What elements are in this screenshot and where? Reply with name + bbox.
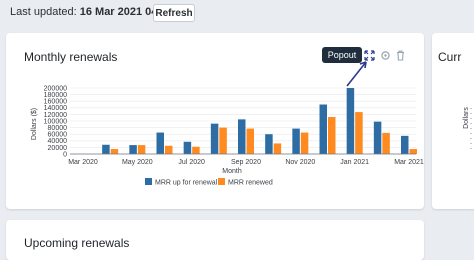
bar-mrr-up-for-renewal [373,121,382,154]
y-axis-label: Dollars ($) [31,108,38,140]
bar-mrr-renewed [219,127,227,154]
current-card-title: Curr [438,50,462,64]
x-tick-label: Jan 2021 [340,159,369,166]
bar-mrr-renewed [110,149,119,154]
bar-mrr-up-for-renewal [401,135,409,154]
chart-y-ticks: 0200004000060000800001000001200001400001… [44,85,67,158]
y-tick-label: 0 [63,151,67,158]
y-tick-label: 160000 [44,99,67,106]
legend-swatch [145,178,152,185]
y-tick-label: 80000 [48,125,68,132]
bar-mrr-renewed [300,132,309,154]
bar-mrr-up-for-renewal [210,123,219,154]
bar-mrr-up-for-renewal [129,145,137,154]
bar-mrr-up-for-renewal [265,134,273,154]
monthly-renewals-chart: 0200004000060000800001000001200001400001… [31,85,424,187]
bar-mrr-up-for-renewal [102,144,110,154]
bar-mrr-up-for-renewal [238,119,246,154]
y-tick-label: 140000 [44,105,67,112]
bar-mrr-up-for-renewal [156,132,164,154]
x-tick-label: Jul 2020 [178,159,205,166]
bar-mrr-renewed [273,143,282,154]
bar-mrr-up-for-renewal [319,104,327,154]
bar-mrr-renewed [165,145,173,154]
chart-legend: MRR up for renewal MRR renewed [145,178,273,187]
y-tick-label: 180000 [44,92,67,99]
y-tick-label: 60000 [48,132,68,139]
y-tick-label: 20000 [48,145,68,152]
legend-swatch [218,178,225,185]
bar-mrr-up-for-renewal [346,88,355,154]
x-tick-label: Mar 2021 [394,159,424,166]
x-tick-label: Sep 2020 [231,159,261,166]
y-tick-label: 100000 [44,118,67,125]
bar-mrr-up-for-renewal [183,141,192,154]
bar-mrr-renewed [355,112,363,154]
y-tick-label: 120000 [44,112,67,119]
bar-mrr-renewed [409,149,417,154]
y-tick-label: 40000 [48,138,68,145]
chart-x-ticks: Mar 2020 May 2020 Jul 2020 Sep 2020 Nov 2020… [68,159,424,166]
bar-mrr-renewed [328,117,336,154]
x-tick-label: May 2020 [122,159,153,166]
y-tick-label: 200000 [44,85,67,92]
legend-label: MRR up for renewal [155,180,218,187]
bar-mrr-up-for-renewal [292,128,300,154]
x-axis-label: Month [222,168,242,175]
bar-mrr-renewed [192,146,200,154]
bar-mrr-renewed [382,132,390,154]
x-tick-label: Nov 2020 [285,159,315,166]
legend-label: MRR renewed [228,180,273,187]
bar-mrr-renewed [137,145,146,154]
bar-mrr-renewed [246,128,254,154]
x-tick-label: Mar 2020 [68,159,98,166]
